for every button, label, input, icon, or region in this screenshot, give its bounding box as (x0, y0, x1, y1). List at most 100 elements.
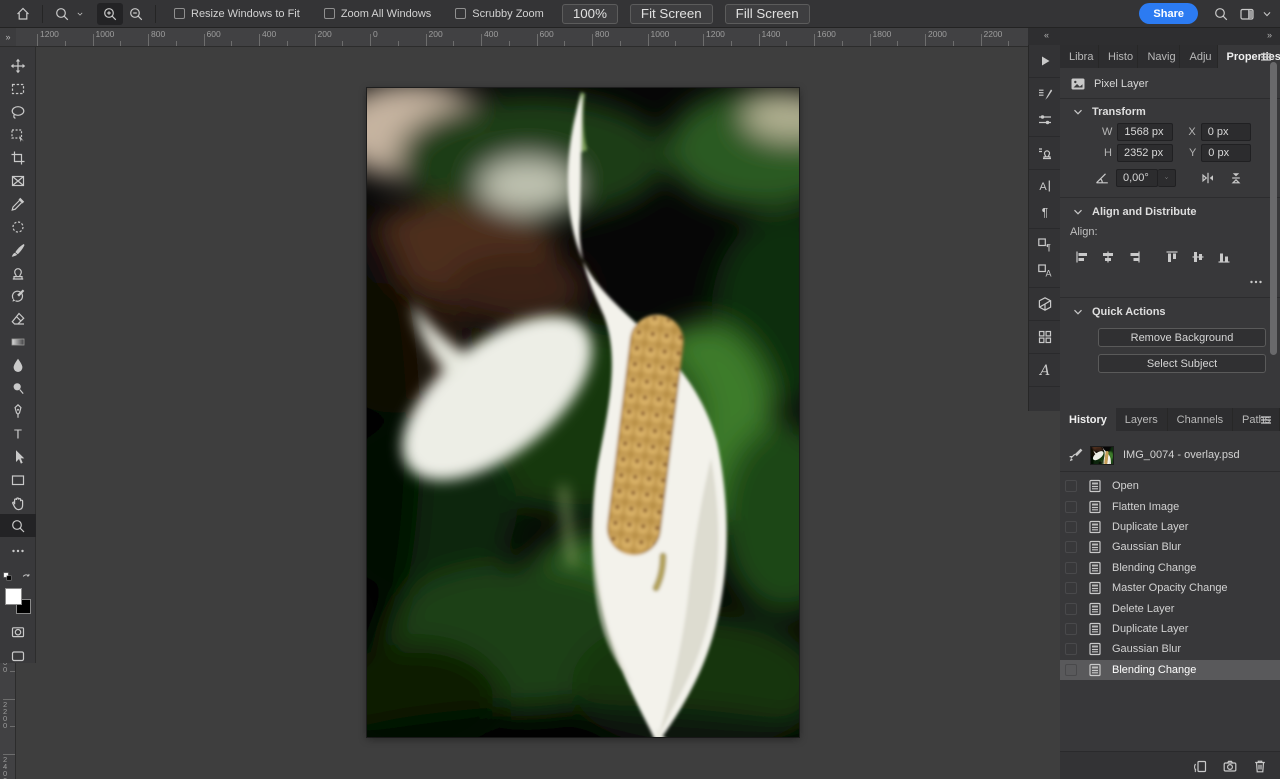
path-selection-tool[interactable] (0, 445, 36, 468)
eraser-tool[interactable] (0, 307, 36, 330)
pen-tool[interactable] (0, 399, 36, 422)
history-brush-source-icon[interactable] (1068, 447, 1084, 463)
history-source-well[interactable] (1065, 623, 1077, 635)
panel-tab-adju[interactable]: Adju (1180, 45, 1217, 68)
brushes-panel-button[interactable] (1029, 107, 1061, 133)
foreground-color-swatch[interactable] (5, 588, 22, 605)
history-state-gaussian-blur[interactable]: Gaussian Blur (1060, 537, 1280, 557)
history-state-duplicate-layer[interactable]: Duplicate Layer (1060, 619, 1280, 639)
align-center-v-icon[interactable] (1190, 249, 1206, 265)
panel-tab-history[interactable]: History (1060, 408, 1116, 431)
canvas-document[interactable] (367, 88, 799, 737)
hand-tool[interactable] (0, 491, 36, 514)
history-source-well[interactable] (1065, 664, 1077, 676)
new-document-from-state-icon[interactable] (1192, 758, 1208, 774)
align-top-icon[interactable] (1164, 249, 1180, 265)
align-section-header[interactable]: Align and Distribute (1060, 203, 1280, 221)
zoom-out-button[interactable] (123, 3, 149, 25)
rotation-field[interactable]: 0,00° (1116, 169, 1158, 187)
crop-tool[interactable] (0, 146, 36, 169)
history-state-master-opacity-change[interactable]: Master Opacity Change (1060, 578, 1280, 598)
gradient-tool[interactable] (0, 330, 36, 353)
align-bottom-icon[interactable] (1216, 249, 1232, 265)
quick-actions-section-header[interactable]: Quick Actions (1060, 303, 1280, 321)
width-field[interactable]: 1568 px (1117, 123, 1173, 141)
history-source-well[interactable] (1065, 562, 1077, 574)
move-tool[interactable] (0, 54, 36, 77)
toolbar-collapse-chevron[interactable]: » (0, 28, 16, 47)
quick-mask-button[interactable] (0, 620, 36, 644)
history-state-duplicate-layer[interactable]: Duplicate Layer (1060, 517, 1280, 537)
history-state-gaussian-blur[interactable]: Gaussian Blur (1060, 639, 1280, 659)
brush-settings-panel-button[interactable] (1029, 81, 1061, 107)
more-options-icon[interactable] (1248, 274, 1264, 290)
swap-colors-icon[interactable] (21, 570, 33, 586)
rectangle-tool[interactable] (0, 468, 36, 491)
history-source-well[interactable] (1065, 603, 1077, 615)
zoom-tool-icon[interactable] (49, 3, 75, 25)
history-source-well[interactable] (1065, 501, 1077, 513)
character-styles-panel-button[interactable]: A (1029, 258, 1061, 284)
actions-panel-button[interactable] (1029, 48, 1061, 74)
lasso-tool[interactable] (0, 100, 36, 123)
panel-tab-navig[interactable]: Navig (1138, 45, 1180, 68)
x-field[interactable]: 0 px (1201, 123, 1251, 141)
height-field[interactable]: 2352 px (1117, 144, 1173, 162)
zoom-level-button[interactable]: 100% (562, 4, 618, 24)
glyphs-panel-button[interactable]: A (1029, 357, 1061, 383)
new-snapshot-camera-icon[interactable] (1222, 758, 1238, 774)
delete-state-trash-icon[interactable] (1252, 758, 1268, 774)
clone-source-panel-button[interactable] (1029, 140, 1061, 166)
option-checkbox-scrubby-zoom[interactable]: Scrubby Zoom (455, 8, 544, 20)
paragraph-panel-button[interactable]: ¶ (1029, 199, 1061, 225)
search-icon[interactable] (1208, 3, 1234, 25)
brush-tool[interactable] (0, 238, 36, 261)
spot-healing-tool[interactable] (0, 215, 36, 238)
history-state-blending-change[interactable]: Blending Change (1060, 660, 1280, 680)
default-colors-icon[interactable] (3, 570, 15, 586)
fill-screen-button[interactable]: Fill Screen (725, 4, 810, 24)
history-state-delete-layer[interactable]: Delete Layer (1060, 598, 1280, 618)
eyedropper-tool[interactable] (0, 192, 36, 215)
home-icon[interactable] (10, 3, 36, 25)
frame-tool[interactable] (0, 169, 36, 192)
panel-tab-histo[interactable]: Histo (1099, 45, 1138, 68)
collapse-dock-chevron[interactable]: « (1044, 30, 1049, 40)
history-state-flatten-image[interactable]: Flatten Image (1060, 496, 1280, 516)
character-panel-button[interactable]: A (1029, 173, 1061, 199)
remove-background-button[interactable]: Remove Background (1098, 328, 1266, 347)
properties-scrollbar[interactable] (1270, 62, 1277, 355)
zoom-tool[interactable] (0, 514, 36, 537)
edit-toolbar-ellipsis[interactable] (0, 539, 36, 562)
type-tool[interactable]: T (0, 422, 36, 445)
chevron-down-icon[interactable] (1260, 6, 1274, 22)
align-left-icon[interactable] (1074, 249, 1090, 265)
zoom-in-button[interactable] (97, 3, 123, 25)
paragraph-styles-panel-button[interactable]: ¶ (1029, 232, 1061, 258)
panel-menu-icon[interactable] (1258, 412, 1274, 428)
history-source-well[interactable] (1065, 480, 1077, 492)
workspace-switcher-icon[interactable] (1234, 3, 1260, 25)
marquee-tool[interactable] (0, 77, 36, 100)
history-snapshot-row[interactable]: IMG_0074 - overlay.psd (1060, 442, 1280, 468)
dodge-tool[interactable] (0, 376, 36, 399)
collapse-panels-chevron[interactable]: » (1267, 30, 1272, 40)
flip-horizontal-icon[interactable] (1200, 170, 1216, 186)
share-button[interactable]: Share (1139, 3, 1198, 24)
history-source-well[interactable] (1065, 643, 1077, 655)
history-source-well[interactable] (1065, 582, 1077, 594)
fit-screen-button[interactable]: Fit Screen (630, 4, 713, 24)
object-selection-tool[interactable] (0, 123, 36, 146)
history-brush-tool[interactable] (0, 284, 36, 307)
option-checkbox-resize-windows-to-fit[interactable]: Resize Windows to Fit (174, 8, 300, 20)
blur-tool[interactable] (0, 353, 36, 376)
3d-panel-button[interactable] (1029, 291, 1061, 317)
patterns-panel-button[interactable] (1029, 324, 1061, 350)
chevron-down-icon[interactable] (75, 6, 85, 22)
flip-vertical-icon[interactable] (1228, 170, 1244, 186)
rotation-dropdown[interactable] (1158, 169, 1176, 187)
align-right-icon[interactable] (1126, 249, 1142, 265)
option-checkbox-zoom-all-windows[interactable]: Zoom All Windows (324, 8, 431, 20)
clone-stamp-tool[interactable] (0, 261, 36, 284)
y-field[interactable]: 0 px (1201, 144, 1251, 162)
